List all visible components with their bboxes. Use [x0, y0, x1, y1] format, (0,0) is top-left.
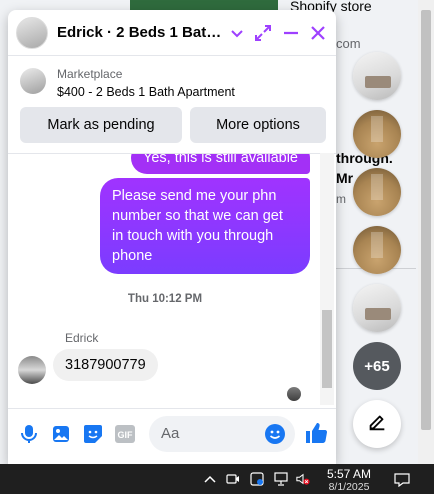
camera-icon[interactable]: [226, 472, 240, 486]
network-icon[interactable]: [274, 472, 288, 486]
gif-label: GIF: [118, 430, 134, 440]
more-options-label: More options: [216, 117, 300, 133]
new-message-button[interactable]: [353, 400, 401, 448]
chat-head-avatar[interactable]: [353, 110, 401, 158]
more-chats-count: +65: [364, 357, 390, 375]
mark-as-pending-label: Mark as pending: [47, 117, 155, 133]
page-scrollbar-thumb[interactable]: [421, 10, 431, 430]
avatar[interactable]: [16, 17, 48, 49]
chat-header: Edrick · 2 Beds 1 Bath Apartment: [8, 10, 336, 56]
notification-icon[interactable]: [394, 472, 410, 488]
compose-icon: [366, 411, 388, 438]
more-options-button[interactable]: More options: [190, 107, 326, 143]
post-fragment: m: [336, 192, 346, 206]
chevron-up-icon[interactable]: [203, 472, 217, 486]
volume-muted-icon[interactable]: [296, 472, 310, 486]
more-chats-button[interactable]: +65: [353, 342, 401, 390]
mark-as-pending-button[interactable]: Mark as pending: [20, 107, 182, 143]
sticker-icon[interactable]: [82, 423, 104, 445]
outgoing-message[interactable]: Yes, this is still available: [130, 154, 310, 174]
clock-time[interactable]: 5:57 AM: [318, 467, 380, 481]
taskbar: 5:57 AM 8/1/2025: [0, 464, 434, 494]
domain-fragment: com: [336, 36, 361, 51]
chevron-down-icon[interactable]: [226, 22, 248, 44]
marketplace-label: Marketplace: [57, 67, 123, 81]
clock-date[interactable]: 8/1/2025: [318, 481, 380, 493]
minimize-icon[interactable]: [280, 22, 302, 44]
chat-head-avatar[interactable]: [353, 168, 401, 216]
chat-head-avatar[interactable]: [353, 284, 401, 332]
listing-thumbnail: [20, 68, 46, 94]
marketplace-listing[interactable]: Marketplace $400 - 2 Beds 1 Bath Apartme…: [8, 56, 336, 106]
chat-head-avatar[interactable]: [353, 52, 401, 100]
update-icon[interactable]: [250, 472, 264, 486]
chat-scrollbar-thumb[interactable]: [322, 310, 332, 388]
message-input-placeholder: Aa: [161, 425, 180, 442]
close-icon[interactable]: [307, 22, 329, 44]
avatar[interactable]: [18, 356, 46, 384]
microphone-icon[interactable]: [18, 423, 40, 445]
photo-icon[interactable]: [50, 423, 72, 445]
emoji-icon[interactable]: [264, 423, 286, 445]
post-fragment: Mr: [336, 170, 354, 186]
message-composer: GIF Aa: [8, 408, 336, 464]
gif-icon[interactable]: GIF: [114, 423, 136, 445]
seen-indicator-avatar: [287, 387, 301, 401]
chat-head-avatar[interactable]: [353, 226, 401, 274]
incoming-message[interactable]: 3187900779: [53, 349, 158, 381]
message-timestamp: Thu 10:12 PM: [127, 293, 203, 305]
sender-name: Edrick: [65, 331, 99, 345]
chat-window: Edrick · 2 Beds 1 Bath Apartment Marketp…: [8, 10, 336, 464]
thumbs-up-icon[interactable]: [303, 420, 329, 446]
outgoing-message[interactable]: Please send me your phn number so that w…: [100, 178, 310, 274]
chat-title[interactable]: Edrick · 2 Beds 1 Bath Apartment: [57, 24, 227, 41]
expand-icon[interactable]: [252, 22, 274, 44]
message-list: Yes, this is still available Please send…: [8, 153, 336, 405]
listing-description: $400 - 2 Beds 1 Bath Apartment: [57, 85, 235, 99]
